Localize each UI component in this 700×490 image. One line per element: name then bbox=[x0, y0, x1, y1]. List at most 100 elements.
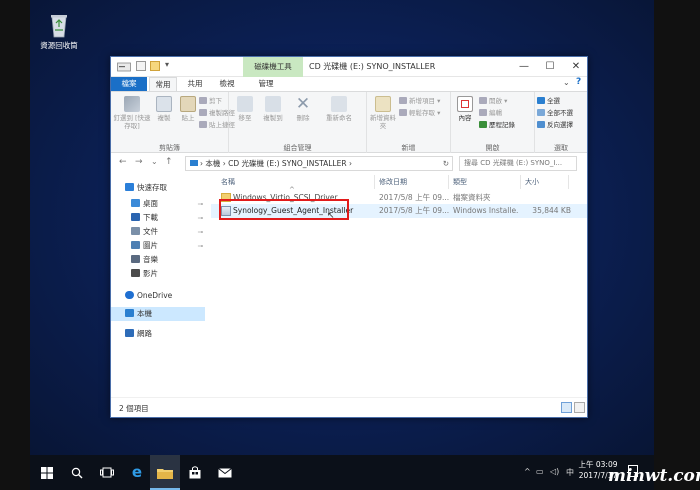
delete-icon: ✕ bbox=[295, 94, 311, 114]
invert-selection-label: 反向選擇 bbox=[547, 121, 573, 129]
pin-icon[interactable]: ⊸ bbox=[198, 197, 203, 211]
column-header-size[interactable]: 大小 bbox=[521, 175, 569, 189]
new-folder-button[interactable]: 新增資料夾 bbox=[369, 96, 397, 130]
volume-icon[interactable]: ◁) bbox=[550, 467, 559, 476]
move-to-button[interactable]: 移至 bbox=[233, 96, 257, 122]
copy-button[interactable]: 複製 bbox=[151, 96, 177, 122]
file-name: Synology_Guest_Agent_Installer bbox=[233, 206, 354, 215]
pin-quick-access-button[interactable]: 釘選到 [快速存取] bbox=[113, 96, 151, 130]
ribbon-tabs: 檔案 常用 共用 檢視 管理 ⌄ ? bbox=[111, 77, 587, 91]
store-button[interactable] bbox=[180, 455, 210, 490]
group-clipboard: 釘選到 [快速存取] 複製 貼上 剪下 複製路徑 貼上捷徑 剪貼簿 bbox=[111, 92, 235, 154]
desktop: 資源回收筒 ▾ 磁碟機工具 CD 光碟機 (E:) SYNO_INSTALLER… bbox=[30, 0, 654, 455]
search-placeholder: 搜尋 CD 光碟機 (E:) SYNO_I... bbox=[464, 159, 563, 167]
select-all-button[interactable]: 全選 bbox=[537, 96, 560, 106]
properties-button[interactable]: 內容 bbox=[453, 96, 477, 122]
cut-label: 剪下 bbox=[209, 97, 222, 105]
input-method-indicator[interactable]: 中 bbox=[566, 467, 574, 478]
nav-quick-access[interactable]: 快速存取 bbox=[111, 181, 205, 195]
back-button[interactable]: ← bbox=[119, 157, 127, 167]
task-view-icon bbox=[100, 467, 114, 478]
open-button[interactable]: 開啟 ▾ bbox=[479, 96, 507, 106]
close-button[interactable]: ✕ bbox=[563, 57, 589, 77]
delete-button[interactable]: ✕ 刪除 bbox=[291, 94, 315, 123]
folder-icon bbox=[157, 468, 173, 479]
cloud-icon bbox=[125, 291, 134, 299]
paste-button[interactable]: 貼上 bbox=[177, 96, 199, 122]
column-header-name[interactable]: 名稱 bbox=[217, 175, 375, 189]
table-row[interactable]: Windows_Virtio_SCSI_Driver 2017/5/8 上午 0… bbox=[211, 191, 587, 205]
nav-desktop[interactable]: 桌面 ⊸ bbox=[111, 197, 205, 211]
large-icons-view-icon[interactable] bbox=[574, 402, 585, 413]
new-item-label: 新增項目 bbox=[409, 97, 435, 105]
invert-selection-button[interactable]: 反向選擇 bbox=[537, 120, 573, 130]
nav-pictures[interactable]: 圖片 ⊸ bbox=[111, 239, 205, 253]
properties-label: 內容 bbox=[458, 114, 472, 122]
network-icon bbox=[125, 329, 134, 337]
nav-documents[interactable]: 文件 ⊸ bbox=[111, 225, 205, 239]
tab-view[interactable]: 檢視 bbox=[213, 77, 241, 91]
up-button[interactable]: ↑ bbox=[165, 157, 173, 167]
network-tray-icon[interactable]: ▭ bbox=[536, 467, 544, 476]
tab-share[interactable]: 共用 bbox=[181, 77, 209, 91]
history-button[interactable]: 歷程記錄 bbox=[479, 120, 515, 130]
edit-button[interactable]: 編輯 bbox=[479, 108, 502, 118]
column-header-modified[interactable]: 修改日期 bbox=[375, 175, 449, 189]
start-button[interactable] bbox=[32, 455, 62, 490]
quick-access-dropdown-icon[interactable]: ▾ bbox=[165, 60, 169, 69]
rename-button[interactable]: 重新命名 bbox=[317, 96, 361, 122]
tab-manage[interactable]: 管理 bbox=[251, 77, 281, 91]
pin-icon[interactable]: ⊸ bbox=[198, 225, 203, 239]
nav-videos[interactable]: 影片 bbox=[111, 267, 205, 281]
refresh-button[interactable]: ↻ bbox=[443, 157, 449, 170]
maximize-button[interactable]: ☐ bbox=[537, 57, 563, 77]
mail-button[interactable] bbox=[210, 455, 240, 490]
nav-music[interactable]: 音樂 bbox=[111, 253, 205, 267]
nav-downloads[interactable]: 下載 ⊸ bbox=[111, 211, 205, 225]
context-tab-drive-tools[interactable]: 磁碟機工具 bbox=[243, 57, 303, 77]
show-hidden-icons-icon[interactable]: ^ bbox=[524, 467, 531, 476]
pin-icon[interactable]: ⊸ bbox=[198, 211, 203, 225]
details-view-icon[interactable] bbox=[561, 402, 572, 413]
nav-label: 快速存取 bbox=[137, 183, 167, 192]
edge-browser-icon[interactable]: e bbox=[122, 455, 152, 490]
nav-label: 下載 bbox=[143, 213, 158, 222]
select-none-button[interactable]: 全部不選 bbox=[537, 108, 573, 118]
easy-access-button[interactable]: 輕鬆存取 ▾ bbox=[399, 108, 440, 118]
file-size: 35,844 KB bbox=[532, 206, 571, 215]
quick-access-properties-icon[interactable] bbox=[136, 61, 146, 71]
taskbar: e ^ ▭ ◁) 中 上午 03:09 2017/7/17 bbox=[30, 455, 654, 490]
file-type: 檔案資料夾 bbox=[453, 193, 491, 202]
recent-locations-button[interactable]: ⌄ bbox=[151, 157, 158, 166]
copy-to-button[interactable]: 複製到 bbox=[259, 96, 287, 122]
open-group-label: 開啟 bbox=[485, 144, 500, 152]
easy-access-label: 輕鬆存取 bbox=[409, 109, 435, 117]
task-view-button[interactable] bbox=[92, 455, 122, 490]
quick-access-new-folder-icon[interactable] bbox=[150, 61, 160, 71]
cut-button[interactable]: 剪下 bbox=[199, 96, 222, 106]
search-input[interactable]: 搜尋 CD 光碟機 (E:) SYNO_I... bbox=[459, 156, 577, 171]
recycle-bin[interactable]: 資源回收筒 bbox=[34, 12, 84, 51]
minimize-button[interactable]: — bbox=[511, 57, 537, 77]
address-input[interactable]: › 本機 › CD 光碟機 (E:) SYNO_INSTALLER › ↻ bbox=[185, 156, 453, 171]
tab-file[interactable]: 檔案 bbox=[111, 77, 147, 91]
file-modified: 2017/5/8 上午 09... bbox=[379, 206, 449, 215]
help-icon[interactable]: ? bbox=[576, 77, 581, 87]
select-group-label: 選取 bbox=[554, 144, 568, 152]
forward-button[interactable]: → bbox=[135, 157, 143, 167]
search-button[interactable] bbox=[62, 455, 92, 490]
new-item-button[interactable]: 新增項目 ▾ bbox=[399, 96, 440, 106]
column-header-type[interactable]: 類型 bbox=[449, 175, 521, 189]
file-explorer-taskbar-button[interactable] bbox=[150, 455, 180, 490]
ribbon-collapse-icon[interactable]: ⌄ bbox=[563, 78, 570, 87]
document-icon bbox=[131, 227, 140, 235]
new-folder-icon bbox=[375, 96, 391, 112]
table-row[interactable]: Synology_Guest_Agent_Installer 2017/5/8 … bbox=[211, 204, 587, 218]
nav-this-pc[interactable]: 本機 bbox=[111, 307, 205, 321]
nav-network[interactable]: 網路 bbox=[111, 327, 205, 341]
nav-onedrive[interactable]: OneDrive bbox=[111, 289, 205, 303]
pin-icon[interactable]: ⊸ bbox=[198, 239, 203, 253]
tab-home[interactable]: 常用 bbox=[149, 77, 177, 91]
site-watermark: minwt.com bbox=[608, 466, 700, 486]
status-bar: 2 個項目 bbox=[111, 397, 587, 417]
